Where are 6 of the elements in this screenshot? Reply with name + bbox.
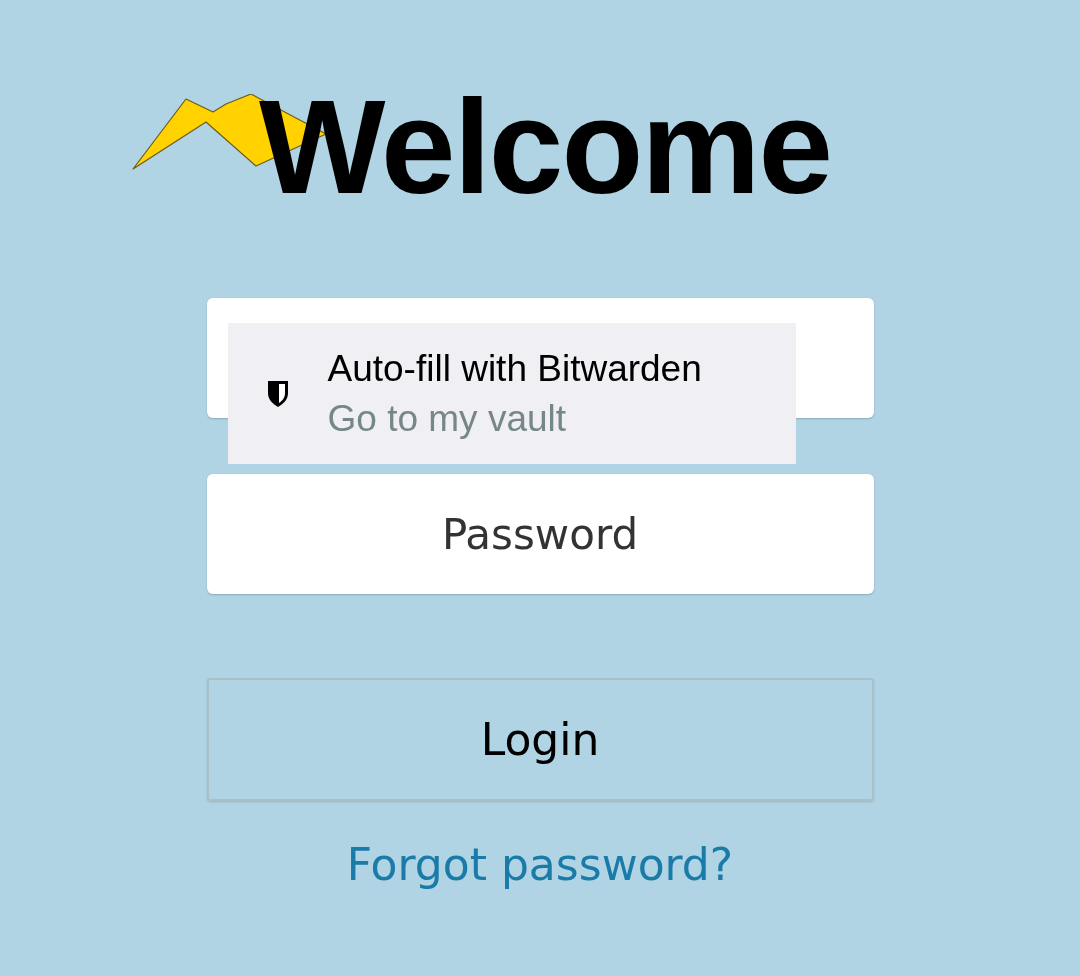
shield-icon (265, 378, 290, 409)
autofill-title: Auto-fill with Bitwarden (327, 347, 702, 390)
login-button[interactable]: Login (206, 678, 874, 801)
welcome-title: Welcome (259, 72, 831, 222)
password-field[interactable]: Password (206, 474, 874, 594)
autofill-popup[interactable]: Auto-fill with Bitwarden Go to my vault (227, 323, 796, 464)
